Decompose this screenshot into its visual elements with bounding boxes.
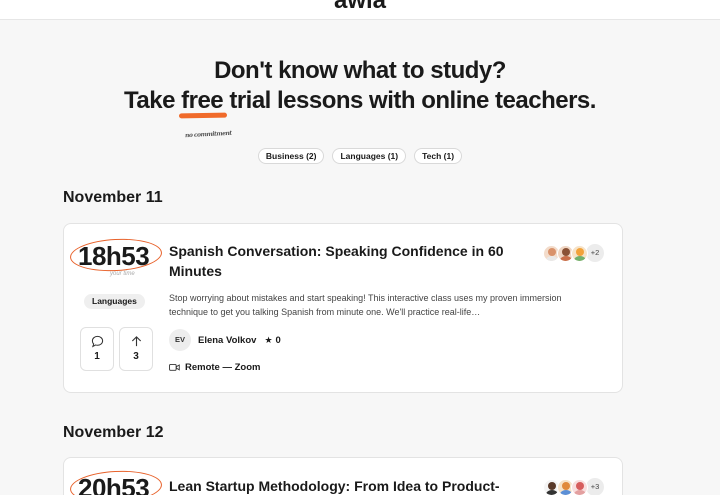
event-time: 20h53: [69, 468, 163, 495]
hero: Don't know what to study? Take free no co…: [0, 56, 720, 139]
category-filters: Business (2) Languages (1) Tech (1): [0, 148, 720, 164]
event-time-text: 18h53: [78, 241, 150, 271]
event-title[interactable]: Spanish Conversation: Speaking Confidenc…: [169, 241, 519, 281]
attendee-avatar: [571, 244, 588, 262]
hero-title-line2: Take free no commitment trial lessons wit…: [124, 86, 596, 139]
event-card[interactable]: 20h53 Lean Startup Methodology: From Ide…: [63, 457, 623, 495]
teacher-name: Elena Volkov: [198, 334, 257, 346]
comment-icon: [91, 335, 103, 348]
teacher-avatar: EV: [169, 329, 191, 351]
top-bar: awia: [0, 0, 720, 20]
attendee-avatar: [571, 478, 588, 495]
location-text: Remote — Zoom: [185, 362, 261, 373]
upvote-button[interactable]: 3: [119, 327, 153, 371]
attendees-more-count: +2: [586, 244, 604, 262]
attendee-avatars[interactable]: +2: [543, 244, 604, 262]
event-location: Remote — Zoom: [169, 362, 260, 373]
hero-line2-after: trial lessons with online teachers.: [223, 87, 596, 114]
attendees-more-count: +3: [586, 478, 604, 495]
filter-chip-business[interactable]: Business (2): [257, 148, 325, 164]
teacher-rating: 0: [275, 334, 281, 346]
event-description: Stop worrying about mistakes and start s…: [169, 293, 562, 317]
logo[interactable]: awia: [315, 0, 405, 15]
teacher-info[interactable]: EV Elena Volkov ★ 0: [169, 329, 281, 351]
event-time-text: 20h53: [78, 473, 150, 495]
arrow-up-icon: [131, 336, 141, 347]
event-time-sub: your time: [110, 271, 135, 277]
filter-chip-tech[interactable]: Tech (1): [414, 148, 463, 164]
upvote-count: 3: [133, 351, 139, 362]
hero-scribble: no commitment: [184, 129, 232, 140]
comments-button[interactable]: 1: [80, 327, 114, 371]
date-heading: November 12: [63, 424, 164, 441]
free-underline: [179, 112, 228, 119]
event-title[interactable]: Lean Startup Methodology: From Idea to P…: [169, 476, 519, 495]
event-time: 18h53 your time: [69, 236, 163, 277]
free-word: free: [181, 87, 224, 114]
date-heading: November 11: [63, 189, 163, 206]
attendee-avatars[interactable]: +3: [543, 478, 604, 495]
hero-free-highlight: free no commitment: [179, 86, 232, 139]
filter-chip-languages[interactable]: Languages (1): [332, 148, 407, 164]
hero-line2-before: Take: [124, 87, 182, 114]
star-icon: ★: [264, 334, 273, 345]
comment-count: 1: [94, 351, 100, 362]
video-camera-icon: [169, 364, 180, 371]
hero-title-line1: Don't know what to study?: [214, 57, 506, 84]
event-card[interactable]: 18h53 your time Languages 1 3 Spanish Co…: [63, 223, 623, 393]
category-badge[interactable]: Languages: [84, 294, 145, 309]
